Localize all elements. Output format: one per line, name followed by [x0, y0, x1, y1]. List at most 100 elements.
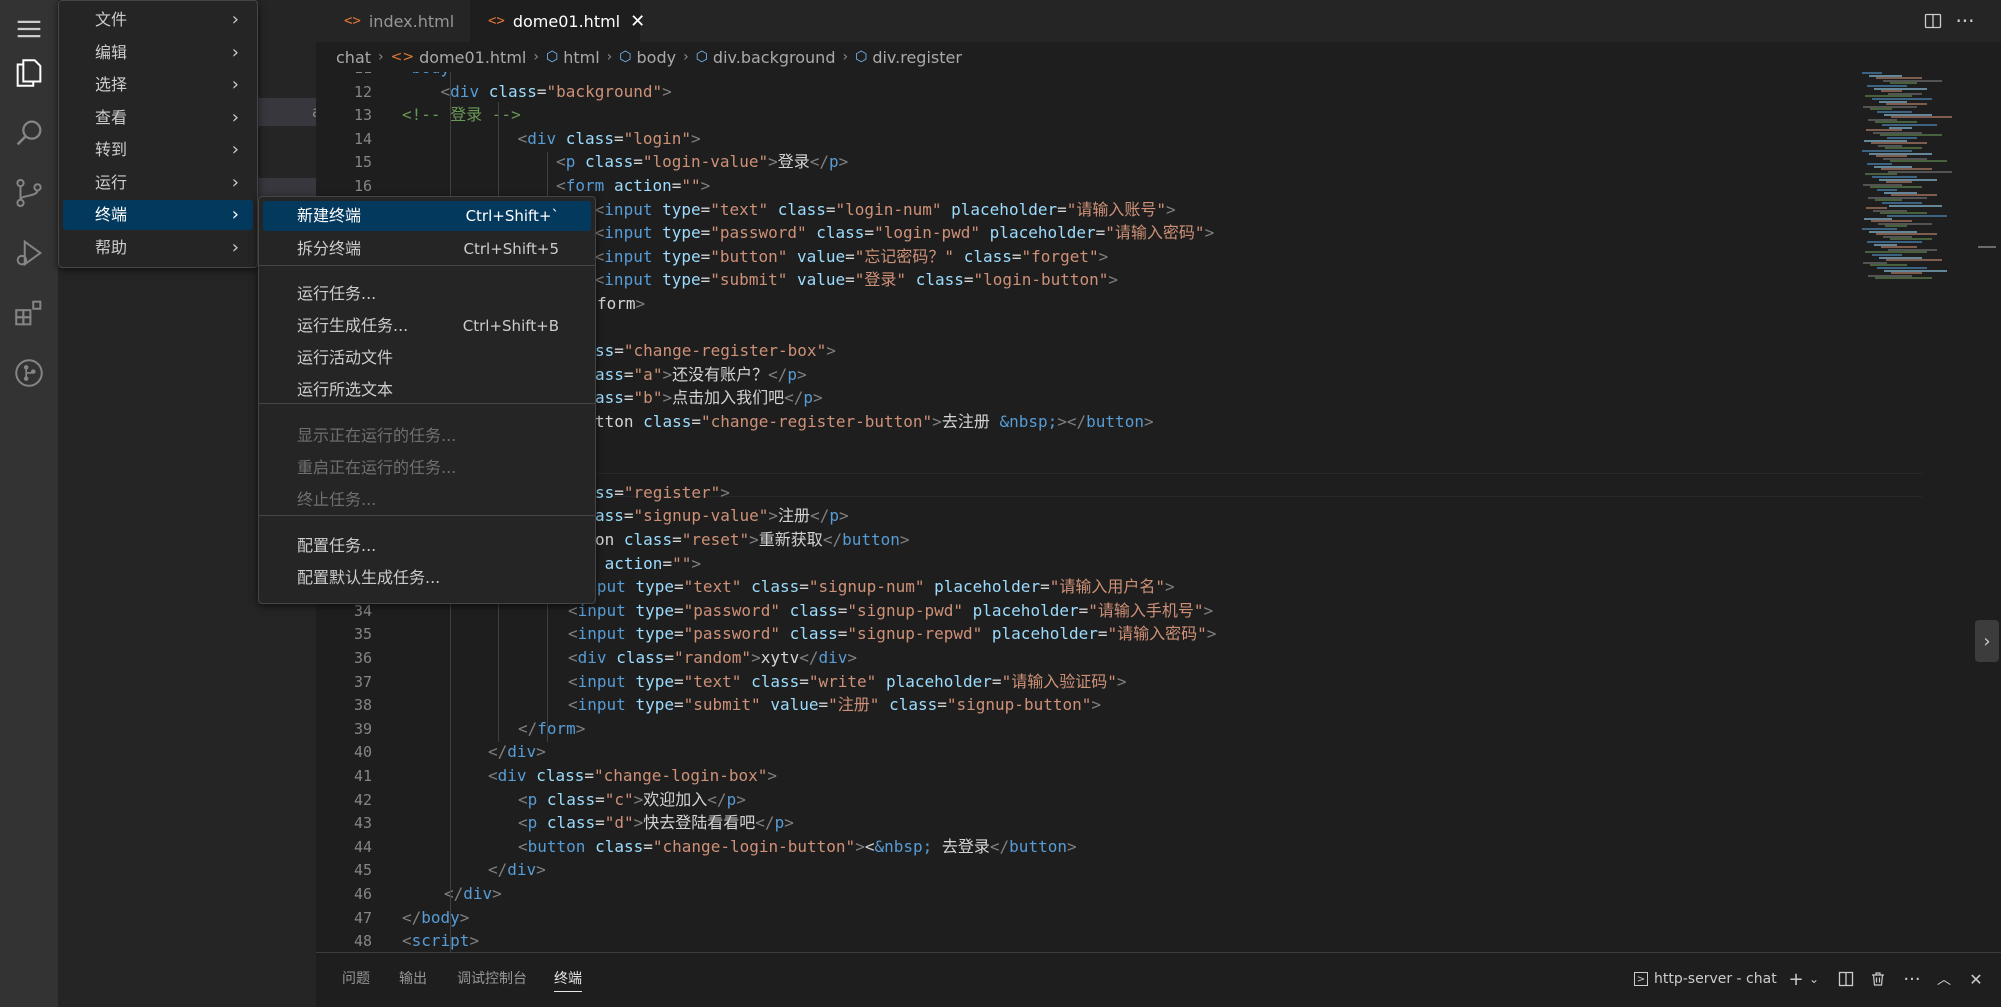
- line-number: 43: [353, 814, 372, 833]
- menu-item[interactable]: 文件 ›: [63, 5, 253, 35]
- line-number: 37: [353, 672, 372, 691]
- split-editor-icon[interactable]: [1920, 8, 1946, 34]
- submenu-item[interactable]: 配置任务...: [263, 531, 591, 561]
- line-number: 13: [353, 106, 372, 125]
- sidebar-folder-row[interactable]: at: [258, 98, 327, 126]
- code-line: <div class="change-login-box">: [488, 766, 778, 785]
- submenu-item[interactable]: 运行任务...: [263, 279, 591, 309]
- code-line: <input type="submit" value="注册" class="s…: [568, 695, 1102, 715]
- scrollbar-indicator[interactable]: [1978, 246, 1996, 248]
- menu-item-label: 查看: [95, 108, 128, 127]
- line-number: 15: [353, 153, 372, 172]
- submenu-item[interactable]: 运行生成任务... Ctrl+Shift+B: [263, 311, 591, 341]
- chevron-right-icon: ›: [842, 49, 849, 65]
- chevron-down-icon[interactable]: ⌄: [1802, 967, 1826, 991]
- line-number: 41: [353, 767, 372, 785]
- line-number: 12: [353, 82, 372, 101]
- menu-item-label: 转到: [95, 140, 128, 159]
- submenu-item: 显示正在运行的任务...: [263, 421, 591, 451]
- code-line: <p class="c">欢迎加入</p>: [518, 789, 746, 809]
- vscode-window: at ··· <> index.html <> dome01.html ✕ ··…: [0, 0, 2001, 1007]
- files-icon[interactable]: [0, 44, 58, 102]
- close-icon[interactable]: ✕: [630, 11, 645, 32]
- menu-item[interactable]: 帮助 ›: [63, 233, 253, 263]
- tab-index-html[interactable]: <> index.html: [326, 0, 470, 42]
- line-number: 42: [353, 790, 372, 809]
- minimap-line: [1890, 160, 1947, 163]
- breadcrumb-item[interactable]: body: [637, 48, 677, 67]
- submenu-item[interactable]: 新建终端 Ctrl+Shift+`: [263, 201, 591, 231]
- keyboard-shortcut: Ctrl+Shift+5: [463, 240, 559, 258]
- chevron-right-icon: ›: [231, 74, 239, 95]
- panel-tab-problems[interactable]: 问题: [342, 967, 370, 991]
- code-line: <!-- 登录 -->: [402, 105, 521, 125]
- menu-item-label: 选择: [95, 75, 128, 94]
- tab-dome01-html[interactable]: <> dome01.html ✕: [470, 0, 645, 42]
- code-line: action="">: [604, 553, 701, 573]
- panel-more-icon[interactable]: ···: [1900, 967, 1924, 991]
- submenu-item-label: 重启正在运行的任务...: [297, 458, 457, 477]
- breadcrumb-item[interactable]: dome01.html: [419, 48, 526, 67]
- chevron-right-icon: ›: [606, 49, 613, 65]
- line-number: 35: [353, 625, 372, 644]
- breadcrumb-item[interactable]: chat: [336, 48, 371, 67]
- chevron-right-icon[interactable]: ›: [1975, 620, 1999, 662]
- chevron-right-icon: ›: [231, 42, 239, 63]
- extensions-icon[interactable]: [0, 284, 58, 342]
- chevron-right-icon: ›: [231, 237, 239, 258]
- submenu-item[interactable]: 运行所选文本: [263, 375, 591, 405]
- panel-tab-debug-console[interactable]: 调试控制台: [457, 967, 527, 991]
- code-line: <input type="text" class="signup-num" pl…: [568, 577, 1175, 597]
- menu-item[interactable]: 选择 ›: [63, 70, 253, 100]
- menu-item-label: 帮助: [95, 238, 128, 257]
- code-line: </div>: [488, 742, 546, 762]
- submenu-item[interactable]: 运行活动文件: [263, 343, 591, 373]
- breadcrumb-item[interactable]: div.background: [713, 48, 836, 67]
- breadcrumb-item[interactable]: div.register: [872, 48, 962, 67]
- panel-tab-output[interactable]: 输出: [399, 967, 427, 991]
- submenu-item[interactable]: 配置默认生成任务...: [263, 563, 591, 593]
- submenu-item[interactable]: 拆分终端 Ctrl+Shift+5: [263, 234, 591, 264]
- chevron-right-icon: ›: [533, 49, 539, 65]
- minimap-line: [1888, 170, 1952, 173]
- menu-item-label: 编辑: [95, 43, 128, 62]
- code-line: ss="register">: [595, 482, 730, 502]
- code-line: <div class="background">: [440, 81, 672, 101]
- line-number: 48: [353, 932, 372, 951]
- trash-icon[interactable]: [1866, 967, 1890, 991]
- menu-item[interactable]: 转到 ›: [63, 135, 253, 165]
- code-line: <div class="random">xytv</div>: [568, 648, 858, 667]
- git-graph-icon[interactable]: [0, 344, 58, 402]
- chevron-up-icon[interactable]: ︿: [1932, 967, 1956, 991]
- line-number: 16: [353, 177, 372, 195]
- code-line: ss="change-register-box">: [595, 341, 836, 361]
- panel-tab-terminal[interactable]: 终端: [554, 967, 582, 992]
- submenu-item-label: 新建终端: [297, 206, 362, 225]
- submenu-item: 重启正在运行的任务...: [263, 453, 591, 483]
- close-icon[interactable]: ✕: [1964, 967, 1988, 991]
- split-terminal-icon[interactable]: [1834, 967, 1858, 991]
- tab-bar: ··· <> index.html <> dome01.html ✕ ···: [316, 0, 2001, 42]
- html-file-icon: <>: [344, 13, 361, 29]
- chevron-right-icon: ›: [378, 49, 384, 65]
- terminal-selector[interactable]: > http-server - chat: [1634, 967, 1777, 991]
- submenu-item-label: 配置默认生成任务...: [297, 568, 441, 587]
- editor-more-icon[interactable]: ···: [1952, 8, 1978, 34]
- html-file-icon: <>: [390, 49, 415, 65]
- line-number: 46: [353, 885, 372, 903]
- minimap[interactable]: [1862, 72, 1962, 322]
- breadcrumb-item[interactable]: html: [563, 48, 599, 67]
- code-line: </form>: [518, 718, 586, 738]
- submenu-item-label: 显示正在运行的任务...: [297, 426, 457, 445]
- code-line: <input type="password" class="signup-rep…: [568, 624, 1217, 644]
- line-number: 47: [353, 908, 372, 927]
- run-debug-icon[interactable]: [0, 224, 58, 282]
- search-icon[interactable]: [0, 104, 58, 162]
- menu-item-label: 终端: [95, 205, 128, 224]
- source-control-icon[interactable]: [0, 164, 58, 222]
- menu-item[interactable]: 运行 ›: [63, 168, 253, 198]
- menu-item[interactable]: 查看 ›: [63, 103, 253, 133]
- menu-item[interactable]: 编辑 ›: [63, 38, 253, 68]
- menu-item[interactable]: 终端 ›: [63, 200, 253, 230]
- code-line: <script>: [402, 931, 480, 951]
